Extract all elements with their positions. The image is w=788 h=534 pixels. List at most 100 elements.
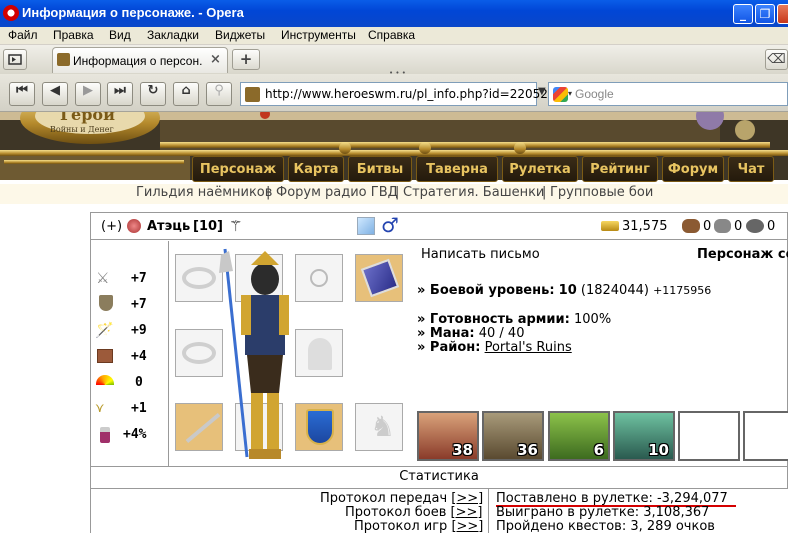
stat-defense: +7: [131, 297, 147, 312]
mana-row: » Мана: 40 / 40: [417, 326, 524, 341]
army-slot-4[interactable]: 10: [613, 411, 675, 461]
menu-help[interactable]: Справка: [368, 28, 415, 42]
mercury-amount: 0: [767, 219, 776, 234]
army-slot-5[interactable]: [678, 411, 740, 461]
protocol-label: Протокол игр: [354, 519, 448, 534]
site-favicon-icon: [57, 53, 70, 66]
svg-text:Герои: Герои: [60, 112, 115, 124]
staff-icon: 🪄: [95, 321, 114, 339]
rainbow-icon: [96, 375, 114, 385]
menu-file[interactable]: Файл: [8, 28, 38, 42]
protocol-battles-link[interactable]: [>>]: [451, 505, 483, 520]
ore-icon: [714, 219, 731, 233]
menu-edit[interactable]: Правка: [53, 28, 94, 42]
protocol-games-link[interactable]: [>>]: [451, 519, 483, 534]
combat-level-row: » Боевой уровень: 10 (1824044) +1175956: [417, 283, 711, 298]
nav-rating[interactable]: Рейтинг: [582, 156, 658, 182]
potion-icon: [100, 427, 110, 443]
photo-icon[interactable]: [357, 217, 375, 235]
statistics-header: Статистика: [90, 467, 788, 489]
address-dropdown-icon[interactable]: ▼: [538, 86, 546, 97]
statistics-divider: [488, 489, 489, 533]
wings-icon: ⋎: [95, 401, 105, 416]
gold-amount: 31,575: [622, 219, 668, 234]
link-separator: |: [395, 185, 400, 200]
tab-close-icon[interactable]: ×: [210, 52, 221, 67]
character-level: [10]: [193, 219, 223, 234]
write-letter-link[interactable]: Написать письмо: [421, 247, 540, 262]
tab-character-info[interactable]: Информация о персон... ×: [52, 47, 228, 73]
equip-slot-horse[interactable]: ♞: [355, 403, 403, 451]
home-button[interactable]: ⌂: [173, 82, 199, 106]
nav-battles[interactable]: Битвы: [348, 156, 412, 182]
combat-level-value: 10: [558, 283, 577, 298]
close-button[interactable]: [777, 4, 788, 24]
trash-icon: ⌫: [767, 52, 786, 67]
panel-toggle-button[interactable]: [3, 49, 27, 70]
nav-map[interactable]: Карта: [288, 156, 344, 182]
back-button[interactable]: ◀: [42, 82, 68, 106]
nav-tavern[interactable]: Таверна: [416, 156, 498, 182]
mana-label: » Мана:: [417, 326, 475, 341]
roulette-bet: Поставлено в рулетке: -3,294,077: [496, 491, 728, 506]
gold-icon: [601, 221, 619, 231]
fast-forward-button[interactable]: ⏭: [107, 82, 133, 106]
spellbook-icon: [360, 258, 400, 298]
menu-bar: Файл Правка Вид Закладки Виджеты Инструм…: [0, 27, 788, 45]
menu-view[interactable]: Вид: [109, 28, 131, 42]
navigation-bar: ⏮ ◀ ▶ ⏭ ↻ ⌂ ⚲ http://www.heroeswm.ru/pl_…: [0, 74, 788, 112]
link-strategy-towers[interactable]: Стратегия. Башенки: [403, 185, 544, 200]
statistics-title: Статистика: [399, 469, 479, 484]
army-slot-1[interactable]: 38: [417, 411, 479, 461]
nav-chat[interactable]: Чат: [728, 156, 774, 182]
tab-label: Информация о персон...: [73, 54, 203, 68]
link-mercenary-guild[interactable]: Гильдия наёмников: [136, 185, 272, 200]
equip-slot-book[interactable]: [355, 254, 403, 302]
new-tab-button[interactable]: +: [232, 49, 260, 70]
army-slot-2[interactable]: 36: [482, 411, 544, 461]
reload-button[interactable]: ↻: [140, 82, 166, 106]
army-count: 10: [648, 441, 669, 459]
link-radio-forum[interactable]: Форум радио ГВД: [276, 185, 398, 200]
character-section-title: Персонаж со: [697, 247, 788, 262]
link-group-battles[interactable]: Групповые бои: [550, 185, 653, 200]
male-gender-icon: ♂: [381, 213, 399, 237]
army-slot-3[interactable]: 6: [548, 411, 610, 461]
reload-icon: ↻: [147, 83, 159, 98]
back-icon: ◀: [50, 83, 60, 98]
stat-attack: +7: [131, 271, 147, 286]
protocol-transfers-link[interactable]: [>>]: [451, 491, 483, 506]
search-engine-dropdown-icon[interactable]: ▾: [568, 89, 572, 98]
menu-widgets[interactable]: Виджеты: [215, 28, 265, 42]
quests-completed: Пройдено квестов: 3, 289 очков: [496, 519, 715, 534]
search-placeholder: Google: [575, 87, 614, 101]
forward-button[interactable]: ▶: [75, 82, 101, 106]
search-field[interactable]: ▾ Google: [548, 82, 788, 106]
horse-icon: ♞: [370, 410, 396, 443]
window-title: Информация о персонаже. - Opera: [22, 5, 244, 20]
menu-tools[interactable]: Инструменты: [281, 28, 356, 42]
statistics-body: Протокол передач [>>] Протокол боев [>>]…: [90, 489, 788, 534]
district-label: » Район:: [417, 340, 481, 355]
nav-roulette[interactable]: Рулетка: [502, 156, 578, 182]
rewind-button[interactable]: ⏮: [9, 82, 35, 106]
army-count: 6: [593, 441, 604, 459]
faction-icon: [127, 219, 141, 233]
district-link[interactable]: Portal's Ruins: [485, 340, 572, 355]
menu-bookmarks[interactable]: Закладки: [147, 28, 199, 42]
link-separator: |: [266, 185, 271, 200]
army-slot-6[interactable]: [743, 411, 788, 461]
tab-bar: Информация о персон... × + ⌫ • • •: [0, 45, 788, 77]
stat-knowledge: +4: [131, 349, 147, 364]
nav-forum[interactable]: Форум: [662, 156, 724, 182]
address-field[interactable]: http://www.heroeswm.ru/pl_info.php?id=22…: [240, 82, 563, 106]
nav-character[interactable]: Персонаж: [192, 156, 284, 182]
trash-button[interactable]: ⌫: [765, 49, 788, 70]
address-url: http://www.heroeswm.ru/pl_info.php?id=22…: [265, 87, 564, 101]
stat-spellpower: +9: [131, 323, 147, 338]
minimize-button[interactable]: _: [733, 4, 753, 24]
maximize-button[interactable]: ❐: [755, 4, 775, 24]
clan-prefix[interactable]: (+): [101, 219, 122, 234]
wand-button[interactable]: ⚲: [206, 82, 232, 106]
character-panel: (+) Атэць [10] ⚚ ♂ ⚔ +7 +7 🪄 +9 +4 0 ⋎ +…: [90, 212, 410, 467]
